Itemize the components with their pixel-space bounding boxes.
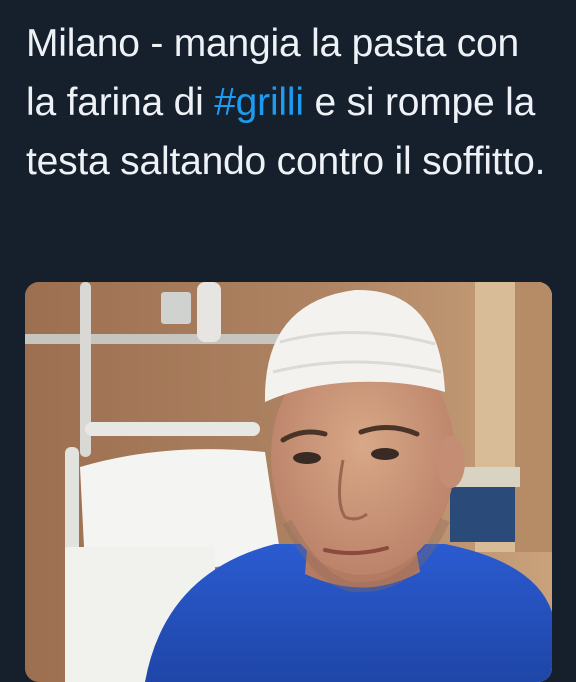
- tweet-media-photo[interactable]: [25, 282, 552, 682]
- hospital-selfie-photo: [25, 282, 552, 682]
- bedside-drawer: [450, 487, 515, 542]
- bed-headrail: [85, 422, 260, 436]
- tweet-text: Milano - mangia la pasta con la farina d…: [26, 14, 556, 191]
- bed-siderail: [65, 447, 79, 557]
- wall-fixture: [197, 282, 221, 342]
- right-eye: [371, 448, 399, 460]
- wall-rail: [25, 334, 285, 344]
- door-frame: [515, 282, 552, 552]
- left-eye: [293, 452, 321, 464]
- ear: [437, 436, 465, 488]
- hashtag-link[interactable]: #grilli: [214, 81, 304, 124]
- wall-outlet: [161, 292, 191, 324]
- tweet-card[interactable]: Milano - mangia la pasta con la farina d…: [0, 0, 576, 682]
